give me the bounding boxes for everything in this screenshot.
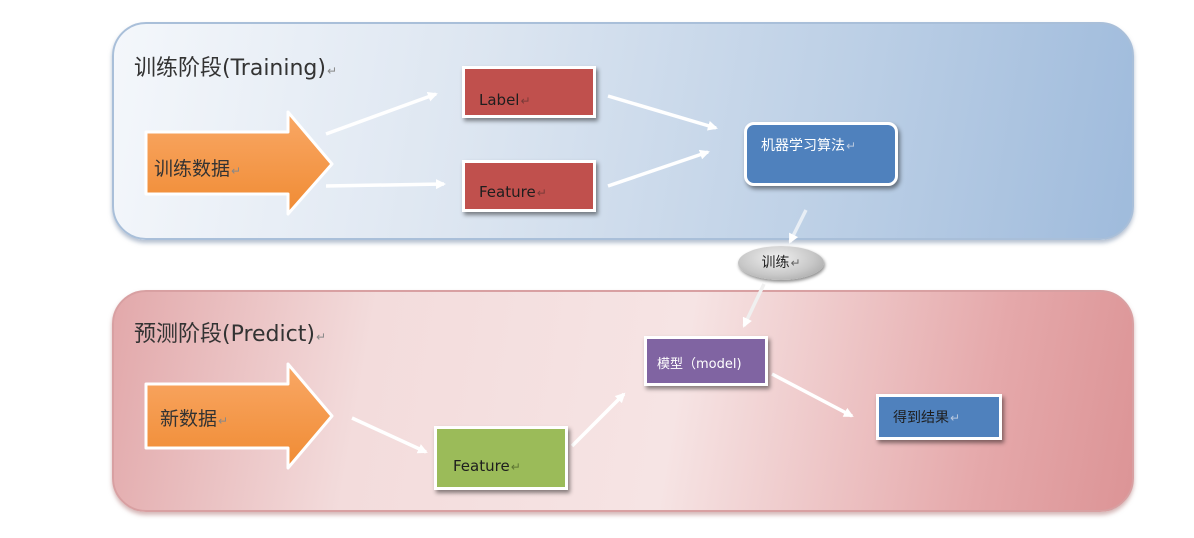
model-box: 模型（model) [644,336,768,386]
result-box: 得到结果↵ [876,394,1002,440]
algorithm-box: 机器学习算法↵ [744,122,898,186]
arrow-label-to-algorithm-icon [607,94,718,131]
feature-box-predict: Feature↵ [434,426,568,490]
arrow-feature-to-model-icon [570,392,626,448]
arrow-new-data-to-feature-icon [351,416,428,454]
arrow-to-label-icon [325,92,438,136]
label-box: Label↵ [462,66,596,118]
arrow-algorithm-to-badge-icon [788,209,808,244]
feature-box-training: Feature↵ [462,160,596,212]
train-badge: 训练↵ [738,246,824,280]
arrow-badge-to-model-icon [742,283,766,328]
arrow-feature-to-algorithm-icon [607,149,710,188]
arrow-to-feature-icon [325,179,446,190]
connector-arrows [325,92,854,454]
arrow-model-to-result-icon [771,372,854,418]
